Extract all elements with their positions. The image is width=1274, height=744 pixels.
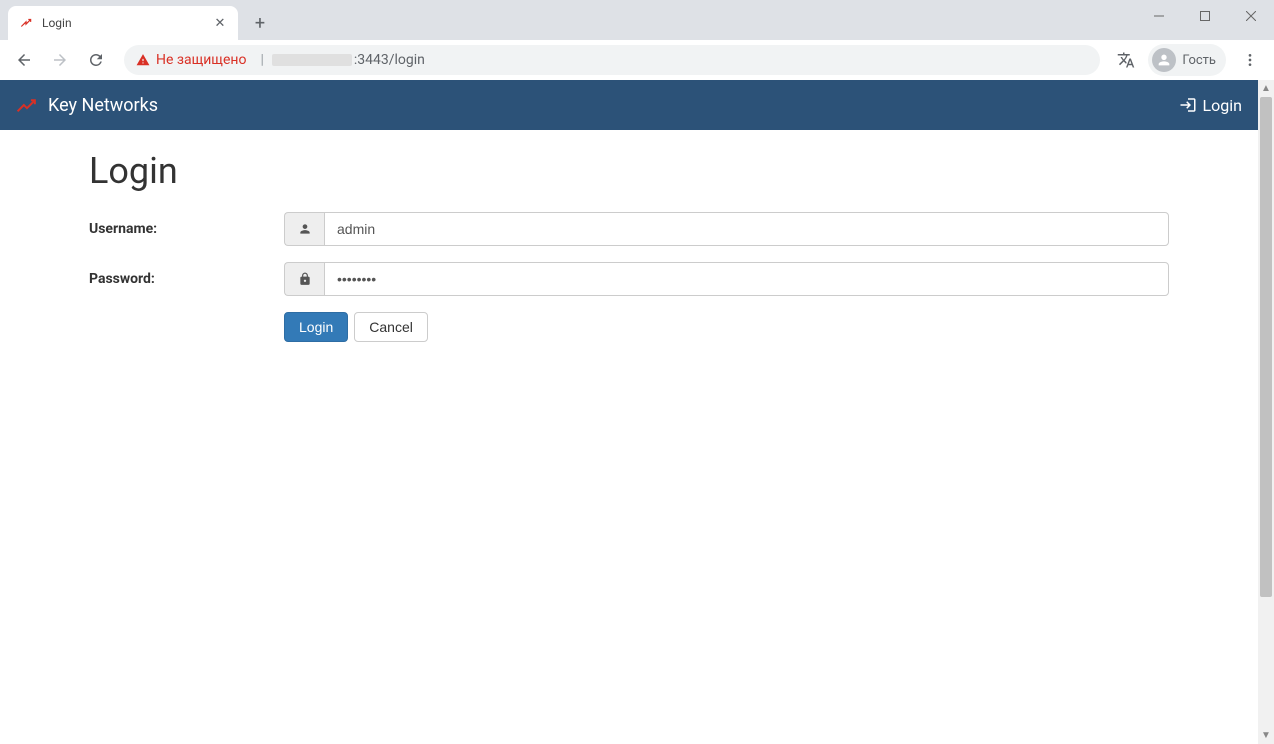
username-group <box>284 212 1169 246</box>
password-label: Password: <box>89 271 284 287</box>
vertical-scrollbar[interactable]: ▲ ▼ <box>1258 80 1274 744</box>
browser-tab[interactable]: Login ✕ <box>8 6 238 40</box>
password-group <box>284 262 1169 296</box>
cancel-button[interactable]: Cancel <box>354 312 428 342</box>
back-button[interactable] <box>8 44 40 76</box>
translate-button[interactable] <box>1112 46 1140 74</box>
brand-logo-icon <box>16 96 38 114</box>
tab-bar: Login ✕ + <box>0 0 1274 40</box>
url-divider: | <box>260 52 263 68</box>
login-button[interactable]: Login <box>284 312 348 342</box>
new-tab-button[interactable]: + <box>246 9 274 37</box>
url-host-obscured <box>272 54 352 66</box>
app-header: Key Networks Login <box>0 80 1258 130</box>
profile-chip[interactable]: Гость <box>1148 44 1226 76</box>
nav-login-label: Login <box>1203 96 1242 115</box>
browser-toolbar: Не защищено | :3443/login Гость <box>0 40 1274 80</box>
maximize-button[interactable] <box>1182 0 1228 32</box>
scroll-up-icon[interactable]: ▲ <box>1258 80 1274 97</box>
login-container: Login Username: Password: Login <box>29 130 1229 362</box>
username-label: Username: <box>89 221 284 237</box>
browser-chrome: Login ✕ + Не защищено | :3443/login <box>0 0 1274 80</box>
reload-button[interactable] <box>80 44 112 76</box>
nav-login-link[interactable]: Login <box>1179 96 1242 115</box>
password-input[interactable] <box>324 262 1169 296</box>
warning-icon <box>136 53 150 67</box>
close-window-button[interactable] <box>1228 0 1274 32</box>
scroll-thumb[interactable] <box>1260 97 1272 597</box>
page-title: Login <box>89 150 1169 192</box>
forward-button[interactable] <box>44 44 76 76</box>
close-tab-icon[interactable]: ✕ <box>212 15 228 31</box>
not-secure-warning: Не защищено <box>136 52 246 68</box>
username-input[interactable] <box>324 212 1169 246</box>
lock-icon <box>284 262 324 296</box>
scroll-down-icon[interactable]: ▼ <box>1258 727 1274 744</box>
login-icon <box>1179 96 1197 114</box>
security-text: Не защищено <box>156 52 246 68</box>
window-controls <box>1136 0 1274 32</box>
brand[interactable]: Key Networks <box>16 95 158 116</box>
tab-title: Login <box>42 16 212 30</box>
url-text: :3443/login <box>354 52 425 68</box>
tab-favicon-icon <box>18 15 34 31</box>
page-viewport: Key Networks Login Login Username: Passw… <box>0 80 1258 744</box>
address-bar[interactable]: Не защищено | :3443/login <box>124 45 1100 75</box>
kebab-menu-button[interactable] <box>1234 44 1266 76</box>
button-row: Login Cancel <box>284 312 1169 342</box>
password-row: Password: <box>89 262 1169 296</box>
guest-label: Гость <box>1182 53 1216 68</box>
user-icon <box>284 212 324 246</box>
brand-text: Key Networks <box>48 95 158 116</box>
minimize-button[interactable] <box>1136 0 1182 32</box>
username-row: Username: <box>89 212 1169 246</box>
avatar-icon <box>1152 48 1176 72</box>
